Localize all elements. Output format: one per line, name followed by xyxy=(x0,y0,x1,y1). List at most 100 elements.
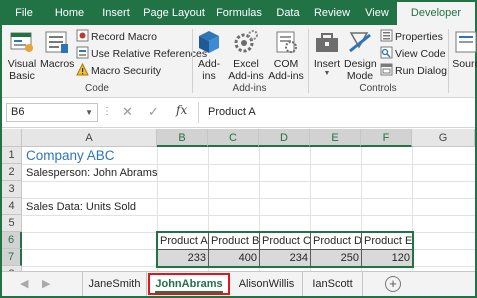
scroll-right-icon[interactable]: ▶ xyxy=(42,277,50,290)
insert-control-label: Insert xyxy=(313,58,341,70)
record-macro-label: Record Macro xyxy=(91,31,157,43)
grid-line xyxy=(22,198,475,199)
column-header-c[interactable]: C xyxy=(208,129,259,147)
table-header-cell[interactable]: Product D xyxy=(310,232,362,250)
addins-icon xyxy=(199,31,219,53)
column-header-d[interactable]: D xyxy=(259,129,310,147)
sheet-tab-ianscott[interactable]: IanScott xyxy=(303,272,363,296)
scroll-left-icon[interactable]: ◀ xyxy=(20,277,28,290)
warning-icon xyxy=(76,63,89,76)
sheet-tab-bar: ◀ ▶ JaneSmith JohnAbrams AlisonWillis Ia… xyxy=(2,271,475,296)
row-header-3[interactable]: 3 xyxy=(2,181,22,198)
relative-references-icon xyxy=(76,46,89,59)
com-addins-label: COM Add-ins xyxy=(268,58,304,82)
addins-group-label: Add-ins xyxy=(232,83,267,94)
table-value-cell[interactable]: 250 xyxy=(310,249,362,267)
dropdown-arrow-icon: ▼ xyxy=(323,70,331,77)
properties-button[interactable]: Properties xyxy=(380,29,443,44)
cell-a1-company-title[interactable]: Company ABC xyxy=(26,148,115,163)
macros-label: Macros xyxy=(40,58,75,70)
tab-review[interactable]: Review xyxy=(307,2,357,25)
record-macro-button[interactable]: Record Macro xyxy=(76,29,157,44)
addins-label: Add-ins xyxy=(198,58,221,82)
table-value-cell[interactable]: 233 xyxy=(157,249,209,267)
column-header-g[interactable]: G xyxy=(412,129,475,147)
cell-a2-salesperson[interactable]: Salesperson: John Abrams xyxy=(26,167,157,179)
cancel-icon[interactable]: ✕ xyxy=(122,104,133,120)
toolbox-icon xyxy=(316,33,338,52)
view-code-label: View Code xyxy=(395,48,446,60)
macros-icon xyxy=(45,31,68,53)
design-mode-button[interactable]: Design Mode xyxy=(344,29,377,82)
table-header-cell[interactable]: Product C xyxy=(259,232,311,250)
enter-icon[interactable]: ✓ xyxy=(148,104,159,120)
grid-line xyxy=(22,164,475,165)
source-button[interactable]: Sourc xyxy=(451,29,477,70)
add-sheet-icon[interactable]: + xyxy=(385,276,401,292)
name-box-value: B6 xyxy=(11,106,25,118)
relative-references-label: Use Relative References xyxy=(91,48,208,60)
com-addins-icon xyxy=(276,31,297,53)
relative-references-button[interactable]: Use Relative References xyxy=(76,46,207,61)
row-header-1[interactable]: 1 xyxy=(2,147,22,164)
tab-insert[interactable]: Insert xyxy=(93,2,139,25)
more-icon: ⋮ xyxy=(102,106,112,117)
column-header-f[interactable]: F xyxy=(361,129,412,147)
source-label: Sourc xyxy=(452,58,477,70)
sheet-tab-johnabrams[interactable]: JohnAbrams xyxy=(148,273,230,295)
row-header-5[interactable]: 5 xyxy=(2,215,22,232)
macro-security-label: Macro Security xyxy=(91,65,162,77)
excel-addins-button[interactable]: Excel Add-ins xyxy=(228,29,264,82)
formula-separator xyxy=(198,102,199,123)
addins-button[interactable]: Add-ins xyxy=(195,29,223,82)
properties-label: Properties xyxy=(395,31,443,43)
insert-control-button[interactable]: Insert ▼ xyxy=(312,29,342,78)
column-header-b[interactable]: B xyxy=(157,129,208,147)
sheet-tab-label: JohnAbrams xyxy=(155,278,223,293)
tab-formulas[interactable]: Formulas xyxy=(209,2,269,25)
record-macro-icon xyxy=(76,29,89,42)
select-all-corner[interactable] xyxy=(2,129,22,147)
table-value-cell[interactable]: 120 xyxy=(361,249,413,267)
macros-button[interactable]: Macros xyxy=(40,29,75,70)
row-header-4[interactable]: 4 xyxy=(2,198,22,215)
chevron-down-icon[interactable]: ▼ xyxy=(85,104,93,121)
com-addins-button[interactable]: COM Add-ins xyxy=(268,29,304,82)
table-header-cell[interactable]: Product B xyxy=(208,232,260,250)
tab-view[interactable]: View xyxy=(357,2,397,25)
name-box[interactable]: B6 ▼ xyxy=(6,103,98,122)
insert-function-icon[interactable]: fx xyxy=(176,103,187,117)
design-mode-label: Design Mode xyxy=(344,58,377,82)
macro-security-button[interactable]: Macro Security xyxy=(76,63,161,78)
table-header-cell[interactable]: Product E xyxy=(361,232,413,250)
table-value-cell[interactable]: 400 xyxy=(208,249,260,267)
run-dialog-button[interactable]: Run Dialog xyxy=(380,63,447,78)
run-dialog-label: Run Dialog xyxy=(395,65,447,77)
tab-developer[interactable]: Developer xyxy=(397,2,475,25)
row-header-6[interactable]: 6 xyxy=(2,232,22,249)
formula-input[interactable]: Product A xyxy=(208,106,256,118)
code-group-label: Code xyxy=(85,83,109,94)
tab-data[interactable]: Data xyxy=(269,2,307,25)
ribbon-panel: Visual Basic Macros Record Macro Use Rel… xyxy=(2,25,477,98)
grid-line xyxy=(22,215,475,216)
tab-page-layout[interactable]: Page Layout xyxy=(139,2,209,25)
spreadsheet-grid: A B C D E F G 1 2 3 4 5 6 7 8 Company AB… xyxy=(2,129,475,271)
table-value-cell[interactable]: 234 xyxy=(259,249,311,267)
sheet-tab-janesmith[interactable]: JaneSmith xyxy=(82,272,147,296)
table-header-cell[interactable]: Product A xyxy=(157,232,209,250)
visual-basic-button[interactable]: Visual Basic xyxy=(5,29,39,82)
group-separator xyxy=(448,29,449,93)
tab-home[interactable]: Home xyxy=(46,2,93,25)
row-header-2[interactable]: 2 xyxy=(2,164,22,181)
column-header-a[interactable]: A xyxy=(22,129,157,147)
column-header-e[interactable]: E xyxy=(310,129,361,147)
tab-file[interactable]: File xyxy=(2,2,46,25)
cell-a4-sales-data[interactable]: Sales Data: Units Sold xyxy=(26,201,136,213)
grid-line xyxy=(22,181,475,182)
sheet-tab-alisonwillis[interactable]: AlisonWillis xyxy=(231,272,303,296)
view-code-button[interactable]: View Code xyxy=(380,46,446,61)
visual-basic-icon xyxy=(10,32,33,52)
design-mode-icon xyxy=(349,32,371,53)
row-header-7[interactable]: 7 xyxy=(2,249,22,266)
